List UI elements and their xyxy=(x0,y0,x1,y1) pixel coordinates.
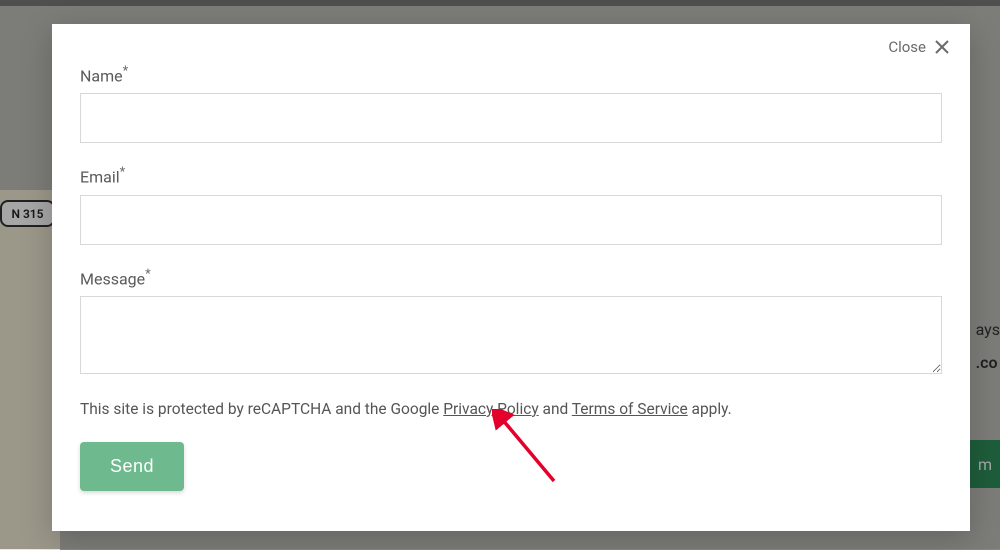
close-label: Close xyxy=(888,38,926,56)
name-label: Name* xyxy=(80,64,942,85)
email-label: Email* xyxy=(80,165,942,186)
recaptcha-legal-text: This site is protected by reCAPTCHA and … xyxy=(80,400,942,418)
privacy-policy-link[interactable]: Privacy Policy xyxy=(443,400,538,418)
close-icon xyxy=(934,39,950,55)
email-input[interactable] xyxy=(80,195,942,245)
message-textarea[interactable] xyxy=(80,296,942,374)
terms-of-service-link[interactable]: Terms of Service xyxy=(572,400,688,418)
contact-modal: Close Name* Email* Message* This site is… xyxy=(52,24,970,531)
message-label: Message* xyxy=(80,267,942,288)
send-button[interactable]: Send xyxy=(80,442,184,491)
close-button[interactable]: Close xyxy=(888,38,950,56)
name-input[interactable] xyxy=(80,93,942,143)
